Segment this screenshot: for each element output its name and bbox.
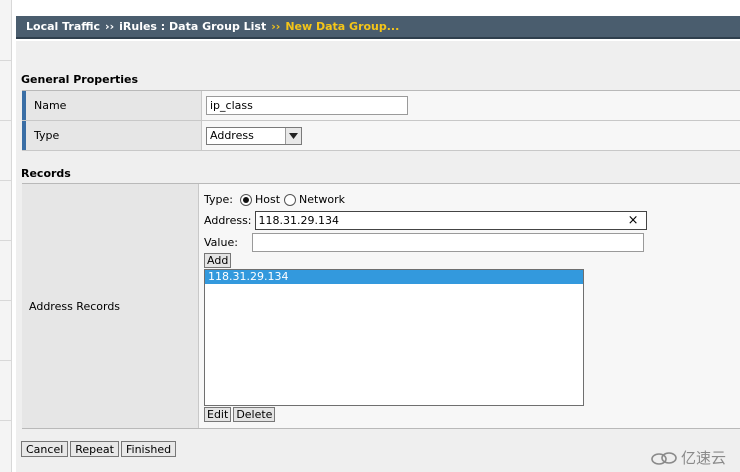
value-input[interactable] bbox=[251, 233, 644, 252]
address-line: Address: 118.31.29.134 × bbox=[204, 211, 647, 230]
host-radio[interactable] bbox=[239, 193, 252, 206]
type-select[interactable]: Address bbox=[206, 126, 302, 145]
breadcrumb-local-traffic[interactable]: Local Traffic bbox=[26, 20, 100, 33]
value-label: Value: bbox=[204, 236, 238, 249]
type-cell: Address bbox=[202, 121, 740, 150]
address-records-list[interactable]: 118.31.29.134 bbox=[204, 269, 584, 406]
value-line: Value: bbox=[204, 233, 644, 252]
type-label: Type bbox=[22, 121, 202, 150]
general-properties-table: Name ip_class Type Address bbox=[22, 90, 740, 151]
edit-button[interactable]: Edit bbox=[204, 407, 232, 422]
record-type-line: Type: Host Network bbox=[204, 193, 345, 206]
name-cell: ip_class bbox=[202, 91, 740, 120]
repeat-button[interactable]: Repeat bbox=[70, 441, 119, 457]
main-content: General Properties Name ip_class Type Ad… bbox=[16, 41, 740, 472]
breadcrumb: Local Traffic ›› iRules : Data Group Lis… bbox=[16, 16, 740, 39]
breadcrumb-data-group-list[interactable]: iRules : Data Group List bbox=[119, 20, 266, 33]
list-item[interactable]: 118.31.29.134 bbox=[205, 270, 583, 284]
cloud-logo-icon bbox=[650, 450, 678, 466]
general-properties-title: General Properties bbox=[21, 73, 139, 86]
strip-divider bbox=[0, 180, 12, 181]
watermark: 亿速云 bbox=[650, 447, 726, 468]
list-actions: Edit Delete bbox=[204, 407, 276, 422]
chevron-down-icon bbox=[285, 127, 301, 144]
records-panel: Type: Host Network Address: 118.31.29.13… bbox=[199, 184, 740, 428]
add-button[interactable]: Add bbox=[204, 253, 232, 268]
watermark-text: 亿速云 bbox=[680, 449, 726, 467]
strip-divider bbox=[0, 360, 12, 361]
address-label: Address: bbox=[204, 214, 252, 227]
clear-icon[interactable]: × bbox=[628, 213, 643, 228]
name-row: Name ip_class bbox=[22, 91, 740, 121]
name-label: Name bbox=[22, 91, 202, 120]
delete-button[interactable]: Delete bbox=[233, 407, 276, 422]
strip-divider bbox=[0, 300, 12, 301]
strip-divider bbox=[0, 120, 12, 121]
cancel-button[interactable]: Cancel bbox=[21, 441, 69, 457]
address-records-label: Address Records bbox=[22, 184, 199, 428]
record-type-label: Type: bbox=[204, 193, 233, 206]
type-select-value: Address bbox=[210, 129, 254, 142]
network-radio-label: Network bbox=[299, 193, 345, 206]
breadcrumb-separator: ›› bbox=[271, 20, 281, 33]
type-row: Type Address bbox=[22, 121, 740, 151]
finished-button[interactable]: Finished bbox=[121, 441, 177, 457]
name-input[interactable]: ip_class bbox=[206, 96, 408, 115]
left-frame-strip bbox=[0, 0, 12, 472]
form-actions: Cancel Repeat Finished bbox=[21, 441, 178, 457]
records-table: Address Records Type: Host Network Addre… bbox=[22, 183, 740, 429]
address-input-value: 118.31.29.134 bbox=[258, 214, 339, 227]
strip-divider bbox=[0, 240, 12, 241]
host-radio-label: Host bbox=[254, 193, 281, 206]
records-title: Records bbox=[21, 167, 71, 180]
strip-divider bbox=[0, 420, 12, 421]
breadcrumb-current: New Data Group... bbox=[285, 20, 400, 33]
network-radio[interactable] bbox=[284, 193, 297, 206]
breadcrumb-separator: ›› bbox=[105, 20, 115, 33]
add-line: Add bbox=[204, 253, 232, 268]
strip-divider bbox=[0, 60, 12, 61]
address-input[interactable]: 118.31.29.134 × bbox=[254, 211, 647, 230]
